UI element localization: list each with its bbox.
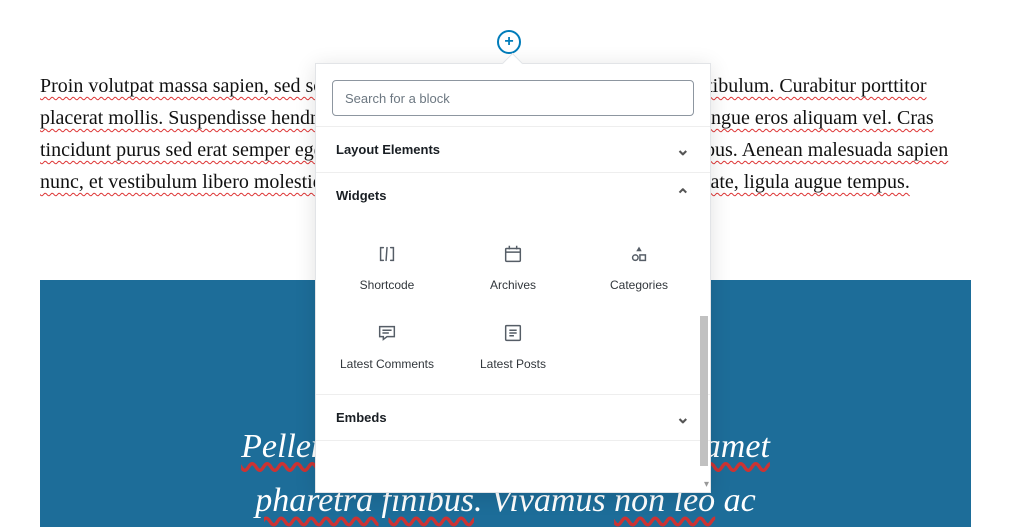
block-archives[interactable]: Archives [450,228,576,307]
block-label: Latest Posts [480,357,546,372]
inserter-scroll-area: Layout Elements ⌄ Widgets ⌃ Shortcode Ar… [316,126,710,492]
panel-title: Embeds [336,410,387,425]
block-label: Shortcode [360,278,415,293]
panel-title: Widgets [336,188,386,203]
categories-icon [627,242,651,266]
block-latest-posts[interactable]: Latest Posts [450,307,576,386]
block-categories[interactable]: Categories [576,228,702,307]
shortcode-icon [375,242,399,266]
widgets-grid: Shortcode Archives Categories Latest Com… [316,218,710,394]
panel-title: Layout Elements [336,142,440,157]
block-latest-comments[interactable]: Latest Comments [324,307,450,386]
plus-icon: + [504,34,513,50]
block-inserter-toggle[interactable]: + [497,30,521,54]
panel-embeds[interactable]: Embeds ⌄ [316,394,710,441]
panel-widgets[interactable]: Widgets ⌃ [316,172,710,218]
chevron-up-icon: ⌃ [676,187,690,204]
scrollbar[interactable]: ▾ [694,126,710,492]
block-label: Categories [610,278,668,293]
block-label: Archives [490,278,536,293]
search-wrap [316,64,710,126]
archives-icon [501,242,525,266]
search-input[interactable] [332,80,694,116]
chevron-down-icon: ⌄ [676,409,690,426]
latest-posts-icon [501,321,525,345]
panel-layout-elements[interactable]: Layout Elements ⌄ [316,126,710,172]
scroll-down-icon[interactable]: ▾ [704,479,709,490]
block-inserter-popover: Layout Elements ⌄ Widgets ⌃ Shortcode Ar… [315,63,711,493]
chevron-down-icon: ⌄ [676,141,690,158]
block-label: Latest Comments [340,357,434,372]
latest-comments-icon [375,321,399,345]
scroll-thumb[interactable] [700,316,708,466]
block-shortcode[interactable]: Shortcode [324,228,450,307]
